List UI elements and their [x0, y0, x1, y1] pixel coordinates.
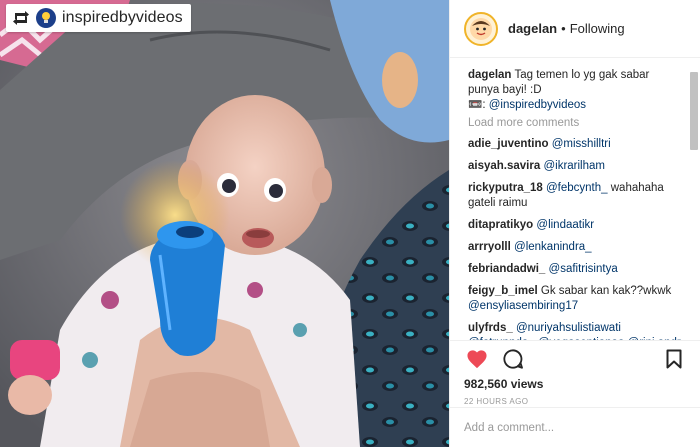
comment-mention[interactable]: @misshilltri [552, 138, 611, 150]
repost-username: inspiredbyvideos [62, 9, 183, 26]
comment-icon[interactable] [500, 346, 526, 372]
comment-row: feigy_b_imel Gk sabar kan kak??wkwk @ens… [468, 284, 683, 314]
comment-row: febriandadwi_ @safitrisintya [468, 262, 683, 277]
comment-username[interactable]: febriandadwi_ [468, 263, 545, 275]
comment-mention[interactable]: @lenkanindra_ [514, 241, 592, 253]
avatar-face-icon [470, 17, 492, 40]
bookmark-icon[interactable] [661, 346, 687, 372]
comment-row: adie_juventino @misshilltri [468, 137, 683, 152]
post-header: dagelan • Following [450, 0, 700, 58]
post-video[interactable]: inspiredbyvideos [0, 0, 449, 447]
comment-input[interactable] [464, 421, 687, 434]
comment-username[interactable]: aisyah.savira [468, 160, 540, 172]
comment-text: Gk sabar kan kak??wkwk [540, 285, 672, 297]
comment-username[interactable]: feigy_b_imel [468, 285, 538, 297]
comment-row: ditapratikyo @lindaatikr [468, 218, 683, 233]
scrollbar-thumb[interactable] [690, 72, 698, 150]
comment-row: arrryolll @lenkanindra_ [468, 240, 683, 255]
comment-mention[interactable]: @ikrarilham [543, 160, 605, 172]
comment-username[interactable]: adie_juventino [468, 138, 549, 150]
comment-username[interactable]: ditapratikyo [468, 219, 533, 231]
comment-username[interactable]: ulyfrds_ [468, 322, 513, 334]
comment-mention[interactable]: @lindaatikr [536, 219, 594, 231]
view-count: 982,560 views [464, 377, 544, 391]
caption-credit-handle[interactable]: @inspiredbyvideos [489, 99, 586, 111]
following-button[interactable]: Following [570, 21, 625, 36]
heart-icon[interactable] [464, 346, 490, 372]
post-panel: dagelan • Following dagelan Tag temen lo… [449, 0, 700, 447]
comment-row: ulyfrds_ @nuriyahsulistiawati @fatrunnda… [468, 321, 683, 340]
header-username[interactable]: dagelan [508, 21, 557, 36]
comment-row: aisyah.savira @ikrarilham [468, 159, 683, 174]
post-caption: dagelan Tag temen lo yg gak sabar punya … [468, 68, 683, 113]
comment-mention[interactable]: @safitrisintya [549, 263, 618, 275]
comment-username[interactable]: rickyputra_18 [468, 182, 543, 194]
avatar[interactable] [464, 11, 498, 46]
caption-username[interactable]: dagelan [468, 69, 511, 81]
repost-icon [12, 9, 30, 27]
comment-mention[interactable]: @febcynth_ [546, 182, 608, 194]
comment-row: rickyputra_18 @febcynth_ wahahaha gateli… [468, 181, 683, 211]
action-icon-row [464, 341, 687, 377]
comment-username[interactable]: arrryolll [468, 241, 511, 253]
comments-scrollbar[interactable] [690, 72, 698, 340]
lightbulb-icon [36, 8, 56, 28]
header-separator: • [561, 21, 566, 36]
add-comment-bar [450, 407, 700, 447]
repost-badge[interactable]: inspiredbyvideos [6, 4, 191, 32]
caption-credit-prefix: 📼: [468, 99, 489, 111]
comment-mention[interactable]: @ensyliasembiring17 [468, 300, 578, 312]
load-more-comments[interactable]: Load more comments [468, 117, 683, 129]
video-frame [0, 0, 449, 447]
comments-list[interactable]: dagelan Tag temen lo yg gak sabar punya … [450, 58, 700, 340]
post-timestamp[interactable]: 22 HOURS AGO [464, 397, 687, 406]
